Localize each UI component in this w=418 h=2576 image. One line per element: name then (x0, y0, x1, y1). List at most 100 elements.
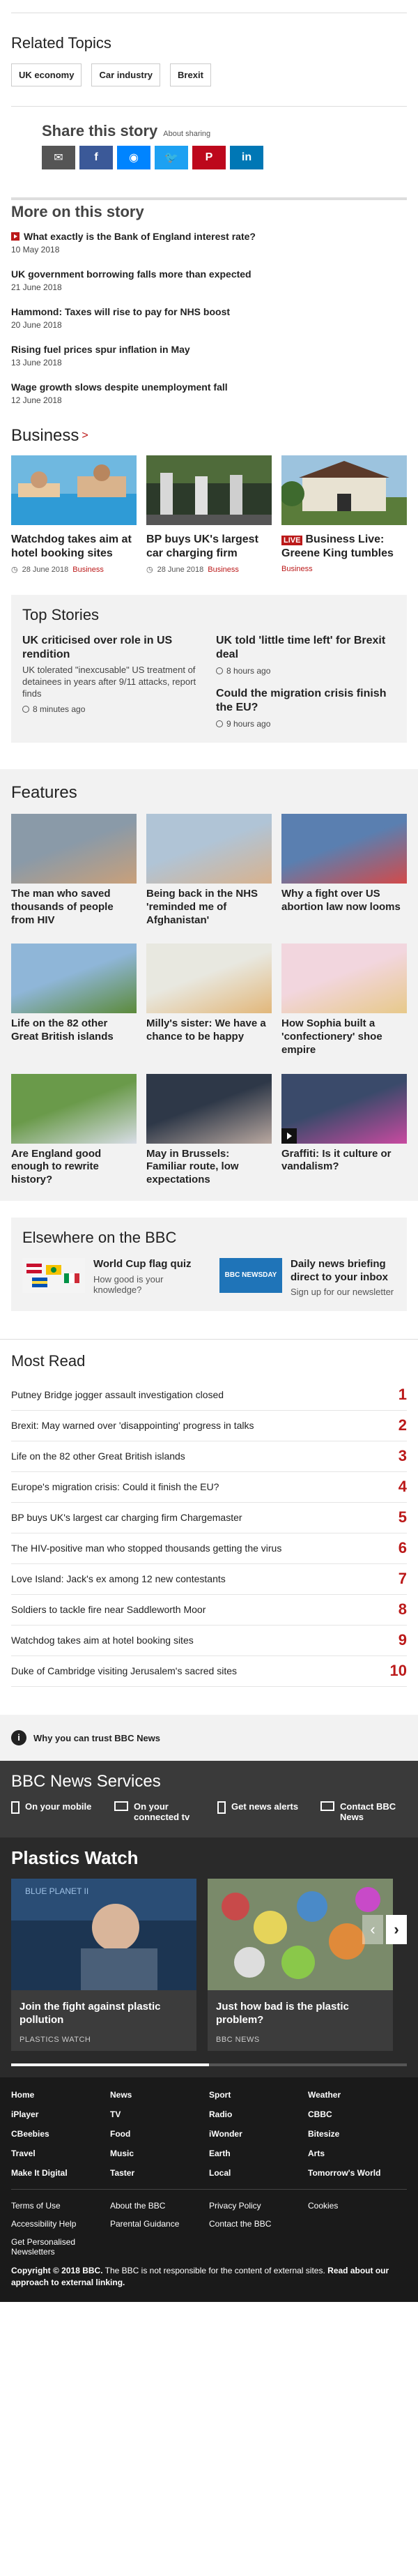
elsewhere-item[interactable]: BBC NEWSDAY Daily news briefing direct t… (219, 1257, 396, 1297)
messenger-share-button[interactable]: ◉ (117, 146, 150, 169)
footer-nav-link[interactable]: Weather (308, 2090, 407, 2100)
footer-nav-link[interactable]: CBeebies (11, 2129, 110, 2139)
facebook-share-button[interactable]: f (79, 146, 113, 169)
feature-card[interactable]: How Sophia built a 'confectionery' shoe … (281, 944, 407, 1056)
story-title-text: UK government borrowing falls more than … (11, 268, 251, 280)
tag-brexit[interactable]: Brexit (170, 63, 211, 86)
plastics-card[interactable]: BLUE PLANET II Join the fight against pl… (11, 1879, 196, 2051)
most-read-rank: 6 (398, 1539, 407, 1557)
tag-car-industry[interactable]: Car industry (91, 63, 161, 86)
most-read-title: Watchdog takes aim at hotel booking site… (11, 1635, 194, 1646)
feature-card[interactable]: May in Brussels: Familiar route, low exp… (146, 1073, 272, 1187)
footer-link[interactable]: Terms of Use (11, 2201, 110, 2211)
plastics-card-source: BBC NEWS (216, 2035, 260, 2044)
top-story[interactable]: Could the migration crisis finish the EU… (216, 687, 396, 729)
footer-nav-link[interactable]: Taster (110, 2168, 209, 2178)
footer-nav-link[interactable]: CBBC (308, 2109, 407, 2119)
story-link[interactable]: What exactly is the Bank of England inte… (11, 231, 407, 255)
feature-card[interactable]: Graffiti: Is it culture or vandalism? (281, 1073, 407, 1187)
tag-uk-economy[interactable]: UK economy (11, 63, 82, 86)
footer-link[interactable]: Contact the BBC (209, 2219, 308, 2229)
top-stories: Top Stories UK criticised over role in U… (11, 595, 407, 743)
business-card-source[interactable]: Business (72, 566, 104, 574)
story-link[interactable]: UK government borrowing falls more than … (11, 268, 407, 292)
most-read-rank: 7 (398, 1570, 407, 1588)
carousel-next-button[interactable]: › (386, 1915, 407, 1945)
story-link[interactable]: Rising fuel prices spur inflation in May… (11, 344, 407, 368)
business-card-source[interactable]: Business (281, 565, 313, 573)
about-sharing-link[interactable]: About sharing (163, 130, 210, 138)
most-read-item[interactable]: The HIV-positive man who stopped thousan… (11, 1533, 407, 1565)
most-read-item[interactable]: Watchdog takes aim at hotel booking site… (11, 1626, 407, 1657)
feature-image (146, 1073, 272, 1144)
feature-image (11, 814, 137, 884)
twitter-share-button[interactable]: 🐦 (155, 146, 188, 169)
elsewhere-item[interactable]: World Cup flag quiz How good is your kno… (22, 1257, 199, 1298)
footer-nav-link[interactable]: Food (110, 2129, 209, 2139)
business-card[interactable]: Watchdog takes aim at hotel booking site… (11, 455, 137, 574)
feature-image (281, 814, 407, 884)
feature-card[interactable]: Being back in the NHS 'reminded me of Af… (146, 814, 272, 927)
footer-nav-link[interactable]: Local (209, 2168, 308, 2178)
feature-card[interactable]: Are England good enough to rewrite histo… (11, 1073, 137, 1187)
page: Related Topics UK economy Car industry B… (0, 13, 418, 2303)
footer-link[interactable]: Get Personalised Newsletters (11, 2237, 110, 2257)
attenborough-image: BLUE PLANET II (11, 1879, 196, 1991)
footer-nav-link[interactable]: News (110, 2090, 209, 2100)
footer-nav-link[interactable]: Sport (209, 2090, 308, 2100)
footer-nav-link[interactable]: Tomorrow's World (308, 2168, 407, 2178)
footer-link[interactable]: Accessibility Help (11, 2219, 110, 2229)
most-read-item[interactable]: BP buys UK's largest car charging firm C… (11, 1503, 407, 1534)
story-link[interactable]: Wage growth slows despite unemployment f… (11, 381, 407, 405)
business-card[interactable]: BP buys UK's largest car charging firm ◷… (146, 455, 272, 574)
share-buttons: ✉ f ◉ 🐦 Pin (42, 146, 376, 169)
trust-bbc-link[interactable]: i Why you can trust BBC News (0, 1715, 418, 1761)
most-read-item[interactable]: Putney Bridge jogger assault investigati… (11, 1380, 407, 1411)
footer-nav-link[interactable]: Music (110, 2149, 209, 2158)
service-mobile[interactable]: On your mobile (11, 1801, 95, 1822)
copyright: Copyright © 2018 BBC. The BBC is not res… (11, 2265, 407, 2289)
email-share-button[interactable]: ✉ (42, 146, 75, 169)
footer-link[interactable]: Parental Guidance (110, 2219, 209, 2229)
service-label: Get news alerts (231, 1801, 299, 1812)
footer-link[interactable]: Privacy Policy (209, 2201, 308, 2211)
feature-card[interactable]: Life on the 82 other Great British islan… (11, 944, 137, 1056)
service-alerts[interactable]: Get news alerts (217, 1801, 301, 1822)
top-story[interactable]: UK told 'little time left' for Brexit de… (216, 634, 396, 676)
business-title[interactable]: Business > (11, 426, 407, 446)
plastics-card[interactable]: Just how bad is the plastic problem? BBC… (208, 1879, 393, 2051)
footer-nav-link[interactable]: iPlayer (11, 2109, 110, 2119)
feature-card[interactable]: The man who saved thousands of people fr… (11, 814, 137, 927)
business-card-source[interactable]: Business (208, 566, 239, 574)
footer-nav-link[interactable]: Earth (209, 2149, 308, 2158)
footer-nav-link[interactable]: Home (11, 2090, 110, 2100)
service-contact[interactable]: Contact BBC News (320, 1801, 404, 1822)
most-read-item[interactable]: Brexit: May warned over 'disappointing' … (11, 1411, 407, 1442)
most-read-item[interactable]: Life on the 82 other Great British islan… (11, 1441, 407, 1473)
footer-nav-link[interactable]: Radio (209, 2109, 308, 2119)
footer-nav-link[interactable]: iWonder (209, 2129, 308, 2139)
service-tv[interactable]: On your connected tv (114, 1801, 198, 1822)
footer-nav-link[interactable]: Make It Digital (11, 2168, 110, 2178)
most-read-item[interactable]: Love Island: Jack's ex among 12 new cont… (11, 1564, 407, 1596)
linkedin-share-button[interactable]: in (230, 146, 263, 169)
footer-link[interactable]: About the BBC (110, 2201, 209, 2211)
story-link[interactable]: Hammond: Taxes will rise to pay for NHS … (11, 306, 407, 330)
footer-nav-link[interactable]: Bitesize (308, 2129, 407, 2139)
footer-nav-link[interactable]: Arts (308, 2149, 407, 2158)
business-card-title: BP buys UK's largest car charging firm (146, 533, 258, 559)
business-card-meta: Business (281, 565, 407, 573)
pinterest-share-button[interactable]: P (192, 146, 226, 169)
business-card[interactable]: LIVE Business Live: Greene King tumbles B… (279, 455, 407, 574)
feature-card[interactable]: Milly's sister: We have a chance to be h… (146, 944, 272, 1056)
footer-nav-link[interactable]: Travel (11, 2149, 110, 2158)
carousel-prev-button[interactable]: ‹ (362, 1915, 383, 1945)
most-read-item[interactable]: Soldiers to tackle fire near Saddleworth… (11, 1595, 407, 1626)
footer-link[interactable]: Cookies (308, 2201, 407, 2211)
most-read-item[interactable]: Duke of Cambridge visiting Jerusalem's s… (11, 1656, 407, 1688)
most-read-item[interactable]: Europe's migration crisis: Could it fini… (11, 1472, 407, 1503)
story-title: UK government borrowing falls more than … (11, 268, 407, 280)
top-story[interactable]: UK criticised over role in US rendition … (22, 634, 202, 714)
footer-nav-link[interactable]: TV (110, 2109, 209, 2119)
feature-card[interactable]: Why a fight over US abortion law now loo… (281, 814, 407, 927)
